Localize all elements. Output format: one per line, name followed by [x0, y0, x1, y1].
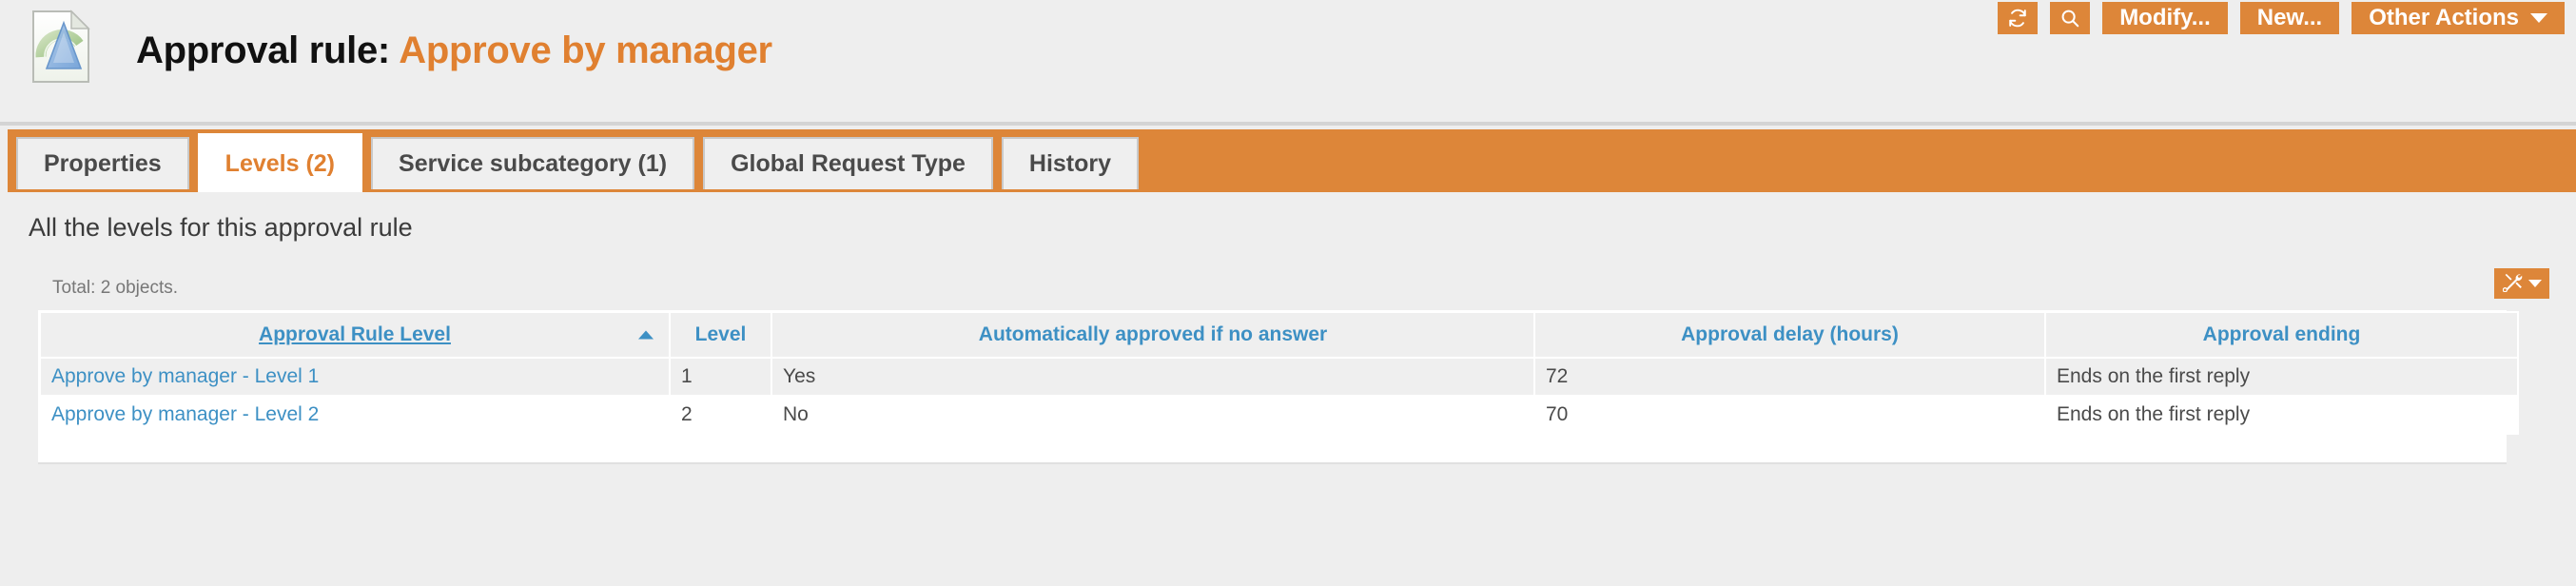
levels-table: Approval Rule Level Level Automatically …	[39, 311, 2519, 435]
column-header-label: Approval Rule Level	[259, 323, 451, 345]
sort-ascending-icon	[638, 330, 654, 340]
cell-approval-delay: 72	[1535, 359, 2044, 395]
table-row[interactable]: Approve by manager - Level 1 1 Yes 72 En…	[41, 359, 2517, 395]
refresh-icon	[2007, 8, 2028, 29]
cell-approval-rule-level[interactable]: Approve by manager - Level 2	[41, 397, 669, 433]
other-actions-button[interactable]: Other Actions	[2352, 2, 2565, 34]
cell-automatically-approved: No	[772, 397, 1533, 433]
approval-rule-level-link[interactable]: Approve by manager - Level 1	[51, 365, 319, 387]
tab-label: Properties	[44, 150, 162, 177]
chevron-down-icon	[2530, 13, 2547, 23]
new-button[interactable]: New...	[2239, 2, 2340, 34]
page-title-value: Approve by manager	[399, 29, 772, 71]
modify-button[interactable]: Modify...	[2102, 2, 2228, 34]
tab-label: Levels (2)	[224, 149, 336, 177]
column-header-approval-ending[interactable]: Approval ending	[2046, 313, 2517, 357]
column-header-label: Approval ending	[2202, 323, 2361, 345]
total-count-label: Total: 2 objects.	[52, 278, 179, 298]
table-header-row: Approval Rule Level Level Automatically …	[41, 313, 2517, 357]
search-icon	[2059, 8, 2080, 29]
table-tools-button[interactable]	[2494, 268, 2549, 299]
tab-label: Service subcategory (1)	[399, 150, 668, 177]
cell-approval-ending: Ends on the first reply	[2046, 397, 2517, 433]
tab-bar-container: Properties Levels (2) Service subcategor…	[0, 122, 2576, 192]
cell-approval-rule-level[interactable]: Approve by manager - Level 1	[41, 359, 669, 395]
page-header: Approval rule: Approve by manager Modify…	[0, 0, 2576, 122]
cell-level: 1	[671, 359, 771, 395]
tab-properties[interactable]: Properties	[16, 137, 189, 189]
tab-global-request-type[interactable]: Global Request Type	[703, 137, 993, 189]
column-header-approval-rule-level[interactable]: Approval Rule Level	[41, 313, 669, 357]
cell-level: 2	[671, 397, 771, 433]
page-title: Approval rule: Approve by manager	[136, 29, 772, 72]
main-content: All the levels for this approval rule To…	[0, 192, 2576, 586]
column-header-label: Level	[694, 323, 747, 345]
column-header-label: Automatically approved if no answer	[978, 323, 1328, 345]
tab-levels[interactable]: Levels (2)	[197, 133, 363, 192]
chevron-down-icon	[2527, 280, 2542, 287]
column-header-approval-delay[interactable]: Approval delay (hours)	[1535, 313, 2044, 357]
header-toolbar: Modify... New... Other Actions	[1998, 2, 2565, 34]
search-button[interactable]	[2050, 2, 2091, 34]
column-header-level[interactable]: Level	[671, 313, 771, 357]
page-title-prefix: Approval rule:	[136, 29, 390, 71]
column-header-automatically-approved[interactable]: Automatically approved if no answer	[772, 313, 1533, 357]
cell-approval-delay: 70	[1535, 397, 2044, 433]
approval-rule-level-link[interactable]: Approve by manager - Level 2	[51, 403, 319, 425]
approval-rule-document-icon	[31, 10, 90, 84]
tab-history[interactable]: History	[1001, 137, 1140, 189]
levels-table-container: Approval Rule Level Level Automatically …	[38, 310, 2519, 462]
tab-service-subcategory[interactable]: Service subcategory (1)	[371, 137, 695, 189]
cell-approval-ending: Ends on the first reply	[2046, 359, 2517, 395]
cell-automatically-approved: Yes	[772, 359, 1533, 395]
tab-label: History	[1028, 150, 1112, 177]
column-header-label: Approval delay (hours)	[1681, 323, 1899, 345]
table-row[interactable]: Approve by manager - Level 2 2 No 70 End…	[41, 397, 2517, 433]
tab-bar: Properties Levels (2) Service subcategor…	[8, 129, 2576, 192]
tools-icon	[2502, 271, 2524, 297]
other-actions-label: Other Actions	[2369, 5, 2519, 30]
refresh-button[interactable]	[1998, 2, 2039, 34]
tab-label: Global Request Type	[731, 150, 966, 177]
table-footer-spacer	[39, 435, 2506, 461]
section-title: All the levels for this approval rule	[29, 213, 413, 242]
